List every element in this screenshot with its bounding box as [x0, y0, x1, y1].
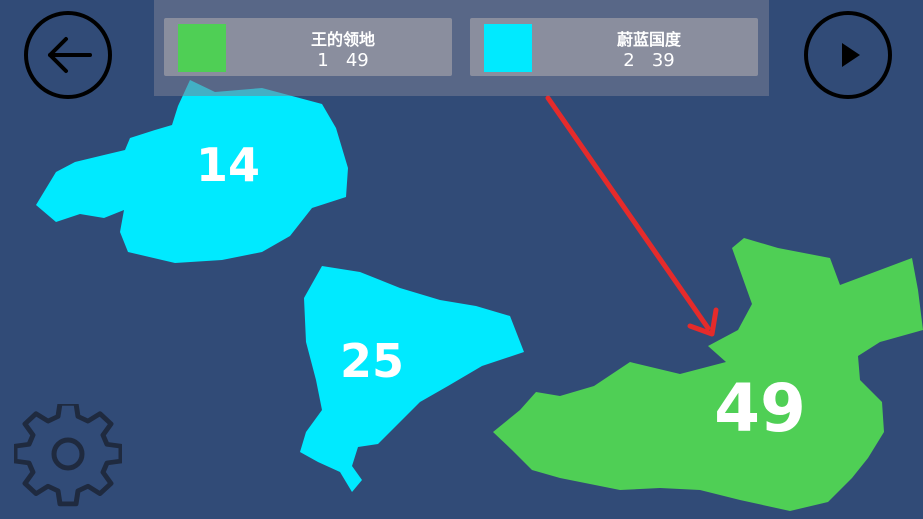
- territory-troops-49: 49: [714, 370, 806, 447]
- player-color-swatch: [178, 24, 226, 72]
- settings-button[interactable]: [14, 404, 122, 512]
- territory-green-49[interactable]: 49: [493, 238, 923, 511]
- player-card-1: 王的领地 1 49: [164, 18, 452, 76]
- player-score: 39: [651, 50, 675, 71]
- player-score: 49: [345, 50, 369, 71]
- territory-troops-14: 14: [196, 138, 260, 192]
- player-name: 蔚蓝国度: [616, 30, 681, 49]
- gear-icon: [14, 404, 122, 507]
- player-rank: 1: [317, 50, 329, 71]
- player-rank: 2: [623, 50, 635, 71]
- player-scoreboard: 王的领地 1 49 蔚蓝国度 2 39: [154, 0, 769, 96]
- attack-arrow-icon: [545, 95, 719, 337]
- player-stats: 1 49: [234, 50, 452, 71]
- arrow-left-icon: [48, 37, 92, 73]
- player-color-swatch: [484, 24, 532, 72]
- player-name: 王的领地: [310, 30, 375, 49]
- territory-cyan-14[interactable]: 14: [36, 80, 348, 263]
- play-icon: [842, 43, 860, 67]
- territory-cyan-25[interactable]: 25: [300, 266, 524, 492]
- next-turn-button[interactable]: [804, 11, 892, 99]
- territory-troops-25: 25: [340, 334, 404, 388]
- player-card-2: 蔚蓝国度 2 39: [470, 18, 758, 76]
- player-stats: 2 39: [540, 50, 758, 71]
- back-button[interactable]: [24, 11, 112, 99]
